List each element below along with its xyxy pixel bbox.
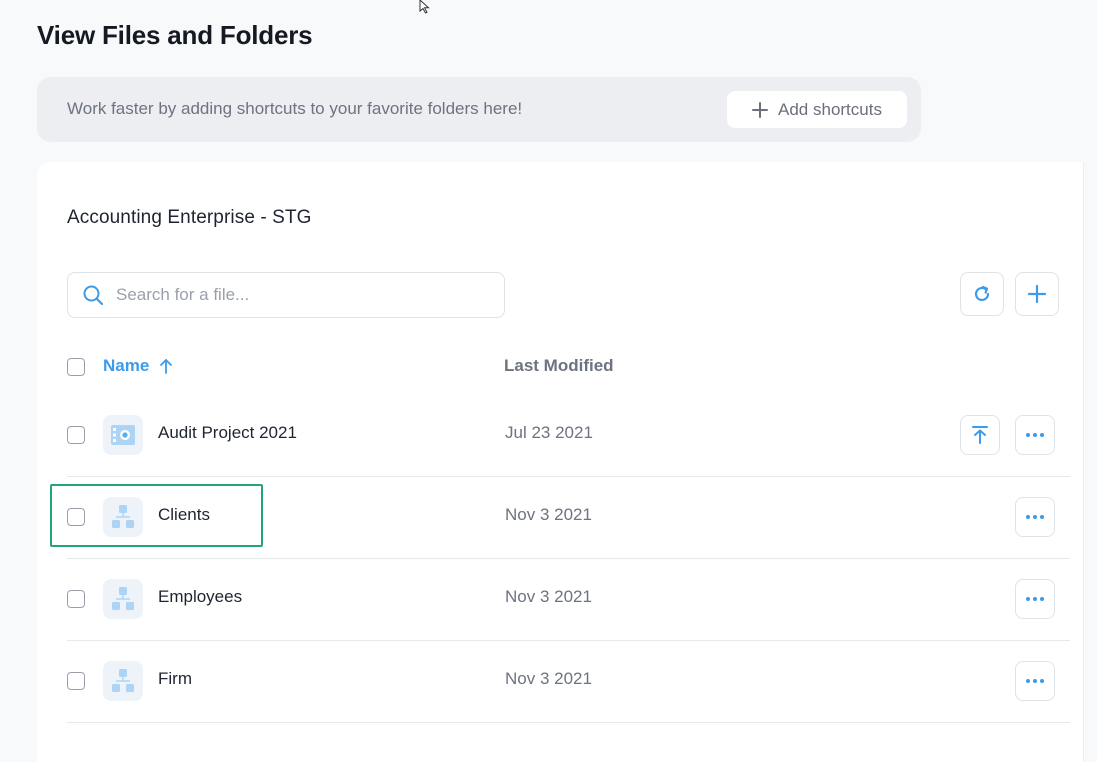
plus-icon — [1027, 284, 1047, 304]
search-input[interactable] — [114, 273, 498, 317]
shortcuts-message: Work faster by adding shortcuts to your … — [67, 99, 523, 118]
plus-icon — [752, 101, 769, 118]
more-icon — [1026, 597, 1044, 601]
refresh-icon — [974, 285, 990, 302]
folder-tree-icon — [103, 579, 143, 619]
row-checkbox[interactable] — [67, 590, 85, 608]
item-name[interactable]: Clients — [158, 505, 210, 525]
item-date: Nov 3 2021 — [505, 587, 592, 606]
item-name[interactable]: Audit Project 2021 — [158, 423, 297, 443]
page-title: View Files and Folders — [37, 20, 313, 50]
folder-tree-icon — [103, 661, 143, 701]
item-date: Jul 23 2021 — [505, 423, 593, 442]
new-item-button[interactable] — [1015, 272, 1059, 316]
select-all-checkbox[interactable] — [67, 358, 85, 376]
panel-title: Accounting Enterprise - STG — [67, 207, 312, 228]
name-column-header[interactable]: Name — [103, 356, 173, 376]
more-options-button[interactable] — [1015, 497, 1055, 537]
more-options-button[interactable] — [1015, 415, 1055, 455]
item-name[interactable]: Employees — [158, 587, 242, 607]
item-date: Nov 3 2021 — [505, 505, 592, 524]
sort-ascending-icon — [160, 359, 173, 374]
item-name[interactable]: Firm — [158, 669, 192, 689]
item-date: Nov 3 2021 — [505, 669, 592, 688]
add-shortcuts-button[interactable]: Add shortcuts — [727, 91, 907, 128]
table-row[interactable]: Audit Project 2021 Jul 23 2021 — [67, 394, 1070, 477]
more-options-button[interactable] — [1015, 661, 1055, 701]
table-header: Name Last Modified — [67, 352, 1067, 382]
refresh-button[interactable] — [960, 272, 1004, 316]
search-icon — [83, 285, 104, 306]
row-checkbox[interactable] — [67, 672, 85, 690]
row-checkbox[interactable] — [67, 508, 85, 526]
project-icon — [103, 415, 143, 455]
last-modified-column-header[interactable]: Last Modified — [504, 356, 614, 376]
files-panel: Accounting Enterprise - STG Name Last Mo… — [37, 162, 1084, 762]
shortcuts-bar: Work faster by adding shortcuts to your … — [37, 77, 921, 142]
search-box — [67, 272, 505, 318]
row-checkbox[interactable] — [67, 426, 85, 444]
upload-icon — [972, 426, 988, 444]
mouse-cursor-icon — [419, 0, 430, 14]
more-icon — [1026, 679, 1044, 683]
name-column-label: Name — [103, 356, 150, 375]
upload-button[interactable] — [960, 415, 1000, 455]
table-row[interactable]: Employees Nov 3 2021 — [67, 558, 1070, 641]
table-row[interactable]: Clients Nov 3 2021 — [67, 476, 1070, 559]
more-icon — [1026, 515, 1044, 519]
add-shortcuts-label: Add shortcuts — [778, 99, 882, 119]
more-options-button[interactable] — [1015, 579, 1055, 619]
folder-tree-icon — [103, 497, 143, 537]
table-row[interactable]: Firm Nov 3 2021 — [67, 640, 1070, 723]
more-icon — [1026, 433, 1044, 437]
